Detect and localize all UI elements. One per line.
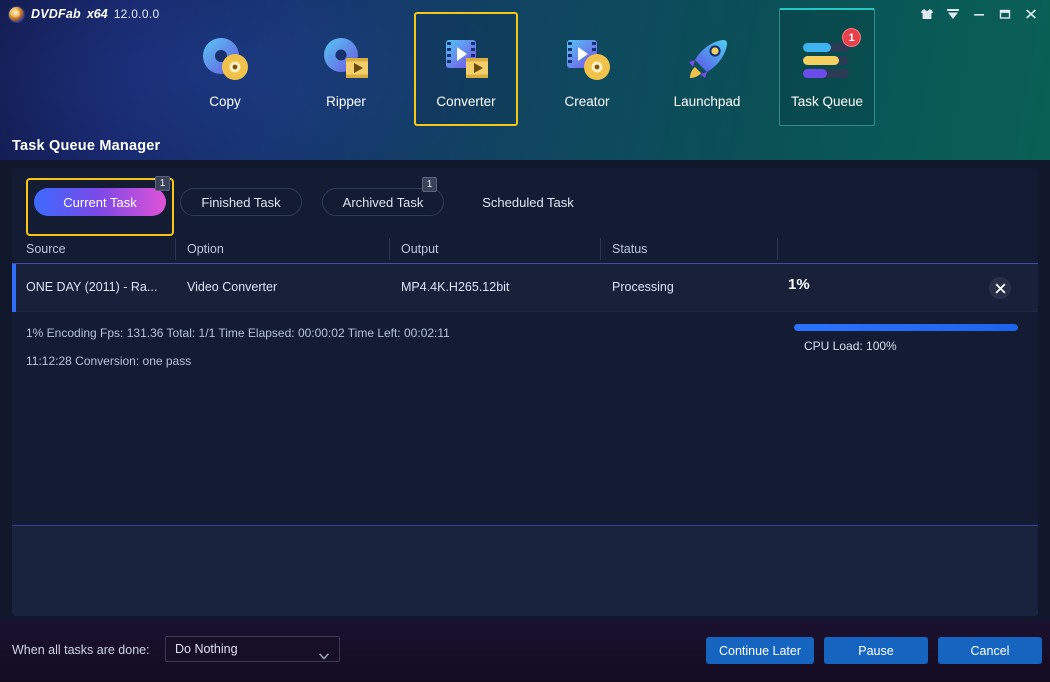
column-header-source[interactable]: Source	[26, 242, 66, 256]
when-done-value: Do Nothing	[175, 642, 238, 656]
film-converter-icon	[438, 32, 494, 88]
tab-scheduled-task[interactable]: Scheduled Task	[464, 188, 592, 216]
app-arch: x64	[87, 7, 108, 21]
close-icon[interactable]	[989, 277, 1011, 299]
when-done-label: When all tasks are done:	[12, 643, 150, 657]
task-queue-icon: 1	[797, 32, 857, 88]
nav-label-launchpad: Launchpad	[674, 94, 741, 109]
nav-item-task-queue[interactable]: 1 Task Queue	[779, 20, 875, 132]
disc-ripper-icon	[318, 32, 374, 88]
app-name: DVDFab	[31, 7, 81, 21]
tab-finished-task[interactable]: Finished Task	[180, 188, 302, 216]
task-tabs: Current Task 1 Finished Task Archived Ta…	[12, 168, 1038, 236]
nav-label-converter: Converter	[436, 94, 495, 109]
tab-archived-task-badge: 1	[422, 177, 437, 192]
nav-item-copy[interactable]: Copy	[177, 20, 273, 132]
tab-current-task[interactable]: Current Task 1	[34, 188, 166, 216]
nav-item-launchpad[interactable]: Launchpad	[659, 20, 755, 132]
column-header-option[interactable]: Option	[187, 242, 224, 256]
dvdfab-window: DVDFab x64 12.0.0.0	[0, 0, 1050, 682]
column-divider-2	[389, 238, 390, 260]
app-version: 12.0.0.0	[114, 7, 160, 21]
nav-label-task-queue: Task Queue	[791, 94, 863, 109]
cpu-load-label: CPU Load: 100%	[804, 339, 1024, 353]
nav-label-ripper: Ripper	[326, 94, 366, 109]
app-header: DVDFab x64 12.0.0.0	[0, 0, 1050, 160]
main-nav: Copy Ripper	[0, 20, 1050, 140]
cell-status: Processing	[612, 280, 674, 294]
tab-archived-task-label: Archived Task	[343, 195, 424, 210]
cell-option: Video Converter	[187, 280, 277, 294]
column-divider-4	[777, 238, 778, 260]
nav-label-creator: Creator	[564, 94, 609, 109]
disc-copy-icon	[197, 32, 253, 88]
column-header-output[interactable]: Output	[401, 242, 439, 256]
tab-finished-task-label: Finished Task	[201, 195, 280, 210]
tab-archived-task[interactable]: Archived Task 1	[322, 188, 444, 216]
film-creator-icon	[559, 32, 615, 88]
column-divider-3	[600, 238, 601, 260]
cancel-button[interactable]: Cancel	[938, 637, 1042, 664]
cell-source: ONE DAY (2011) - Ra...	[26, 280, 157, 294]
column-header-status[interactable]: Status	[612, 242, 647, 256]
table-row[interactable]: ONE DAY (2011) - Ra... Video Converter M…	[12, 264, 1038, 312]
cell-output: MP4.4K.H265.12bit	[401, 280, 509, 294]
rocket-icon	[679, 32, 735, 88]
nav-item-ripper[interactable]: Ripper	[298, 20, 394, 132]
task-queue-badge: 1	[842, 28, 861, 47]
when-done-select[interactable]: Do Nothing	[165, 636, 340, 662]
panel-lower-area	[12, 526, 1038, 616]
nav-item-converter[interactable]: Converter	[418, 20, 514, 132]
cpu-load-track	[794, 324, 1018, 331]
cpu-load-fill	[794, 324, 1018, 331]
pause-button[interactable]: Pause	[824, 637, 928, 664]
row-active-indicator	[12, 264, 16, 312]
detail-line-conversion: 11:12:28 Conversion: one pass	[26, 354, 191, 368]
nav-item-creator[interactable]: Creator	[539, 20, 635, 132]
tab-current-task-badge: 1	[155, 176, 170, 191]
task-queue-panel: Current Task 1 Finished Task Archived Ta…	[12, 168, 1038, 616]
cell-progress-percent: 1%	[788, 276, 810, 293]
continue-later-button[interactable]: Continue Later	[706, 637, 814, 664]
tab-current-task-label: Current Task	[63, 195, 136, 210]
page-title: Task Queue Manager	[12, 138, 160, 154]
table-header: Source Option Output Status	[12, 236, 1038, 264]
tab-scheduled-task-label: Scheduled Task	[482, 195, 574, 210]
cpu-load-meter: CPU Load: 100%	[794, 324, 1024, 353]
task-detail: 1% Encoding Fps: 131.36 Total: 1/1 Time …	[12, 312, 1038, 442]
nav-label-copy: Copy	[209, 94, 241, 109]
detail-line-stats: 1% Encoding Fps: 131.36 Total: 1/1 Time …	[26, 326, 450, 340]
column-divider-1	[175, 238, 176, 260]
chevron-down-icon	[319, 647, 329, 665]
